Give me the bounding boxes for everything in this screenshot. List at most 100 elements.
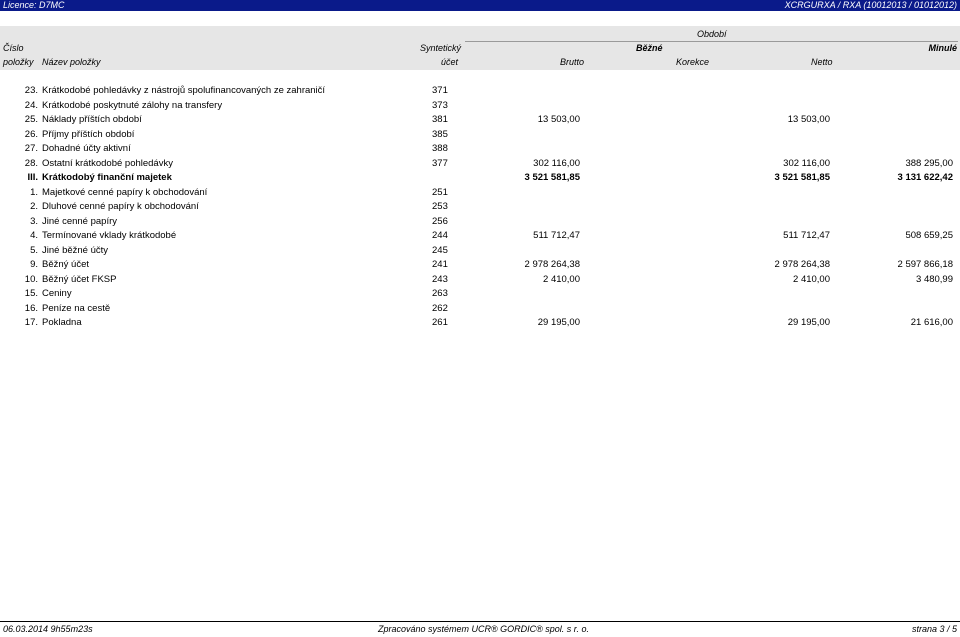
table-row: 16. Peníze na cestě 262 [0, 302, 960, 316]
table-row: 15. Ceniny 263 [0, 287, 960, 301]
row-number: 17. [24, 317, 38, 328]
row-number: 5. [30, 244, 38, 256]
row-netto: 302 116,00 [783, 157, 830, 169]
row-number: III. [27, 172, 38, 183]
row-number: 9. [30, 259, 38, 270]
table-header: Období Číslo Syntetický Běžné Minulé pol… [0, 26, 960, 70]
row-number: 16. [24, 302, 38, 314]
row-netto: 3 521 581,85 [774, 172, 830, 183]
row-account: 253 [432, 201, 448, 212]
header-bezne: Běžné [636, 43, 663, 53]
row-name: Krátkodobé poskytnuté zálohy na transfer… [42, 99, 223, 111]
header-netto: Netto [811, 57, 833, 67]
row-account: 263 [432, 288, 448, 299]
row-number: 25. [24, 114, 38, 125]
row-name: Pokladna [42, 317, 82, 328]
table-row: 4. Termínované vklady krátkodobé 244 511 71… [0, 229, 960, 243]
row-name: Běžný účet FKSP [42, 273, 117, 285]
footer-rule [0, 621, 960, 622]
header-polozky: položky [3, 57, 34, 67]
table-row: 24. Krátkodobé poskytnuté zálohy na trans… [0, 99, 960, 113]
row-brutto: 2 978 264,38 [524, 259, 580, 270]
row-account: 241 [432, 259, 448, 270]
row-name: Krátkodobé pohledávky z nástrojů spolufi… [42, 85, 326, 96]
row-minule: 3 131 622,42 [897, 172, 953, 183]
header-cislo: Číslo [3, 43, 24, 53]
table-row: 3. Jiné cenné papíry 256 [0, 215, 960, 229]
row-name: Náklady příštích období [42, 114, 142, 125]
row-name: Termínované vklady krátkodobé [42, 230, 177, 241]
row-brutto: 29 195,00 [537, 317, 580, 328]
row-name: Peníze na cestě [42, 302, 111, 314]
header-obdobi: Období [697, 29, 727, 39]
row-name: Krátkodobý finanční majetek [42, 172, 172, 183]
row-minule: 2 597 866,18 [897, 259, 953, 270]
row-account: 371 [432, 85, 448, 96]
table-row: 23. Krátkodobé pohledávky z nástrojů spol… [0, 84, 960, 98]
header-brutto: Brutto [560, 57, 585, 67]
row-netto: 29 195,00 [787, 317, 830, 328]
row-name: Jiné cenné papíry [42, 215, 117, 227]
row-account: 243 [432, 273, 448, 285]
table-row: 27. Dohadné účty aktivní 388 [0, 142, 960, 156]
row-number: 28. [24, 157, 38, 169]
row-account: 385 [432, 128, 448, 140]
table-row: 1. Majetkové cenné papíry k obchodování 25… [0, 186, 960, 200]
header-ucet: účet [441, 57, 459, 67]
header-divider [465, 41, 958, 42]
row-account: 256 [432, 215, 448, 227]
footer-timestamp: 06.03.2014 9h55m23s [3, 624, 93, 634]
row-minule: 508 659,25 [905, 230, 953, 241]
row-name: Dluhové cenné papíry k obchodování [42, 201, 199, 212]
row-account: 381 [432, 114, 448, 125]
row-number: 24. [24, 99, 38, 111]
row-name: Ceniny [42, 288, 72, 299]
table-row: 25. Náklady příštích období 381 13 503,00 13… [0, 113, 960, 127]
row-number: 3. [30, 215, 38, 227]
row-account: 245 [432, 244, 448, 256]
footer-page: strana 3 / 5 [911, 624, 957, 634]
row-account: 261 [432, 317, 448, 328]
row-account: 251 [432, 186, 448, 198]
row-netto: 2 410,00 [793, 273, 830, 285]
row-number: 15. [24, 288, 38, 299]
licence-bar: Licence: D7MC XCRGURXA / RXA (10012013 /… [0, 0, 960, 11]
row-netto: 511 712,47 [783, 230, 830, 241]
row-account: 244 [432, 230, 448, 241]
row-brutto: 302 116,00 [533, 157, 580, 169]
row-netto: 2 978 264,38 [774, 259, 830, 270]
table-row: 10. Běžný účet FKSP 243 2 410,00 2 410,00 3 4… [0, 273, 960, 287]
row-number: 26. [24, 128, 38, 140]
row-brutto: 3 521 581,85 [524, 172, 580, 183]
row-number: 1. [30, 186, 38, 198]
row-name: Běžný účet [42, 259, 89, 270]
row-number: 27. [24, 143, 38, 154]
table-row: 26. Příjmy příštích období 385 [0, 128, 960, 142]
row-account: 373 [432, 99, 448, 111]
row-minule: 388 295,00 [905, 157, 953, 169]
table-row: 28. Ostatní krátkodobé pohledávky 377 302 1… [0, 157, 960, 171]
row-brutto: 2 410,00 [543, 273, 580, 285]
header-minule: Minulé [928, 43, 958, 53]
row-name: Ostatní krátkodobé pohledávky [42, 157, 173, 169]
row-minule: 21 616,00 [910, 317, 953, 328]
row-name: Jiné běžné účty [42, 244, 109, 256]
row-account: 262 [432, 302, 448, 314]
header-korekce: Korekce [676, 57, 710, 67]
page-footer: 06.03.2014 9h55m23s Zpracováno systémem … [0, 621, 960, 635]
header-nazev: Název položky [42, 57, 101, 67]
row-brutto: 13 503,00 [537, 114, 580, 125]
header-synteticky: Syntetický [420, 43, 462, 53]
row-account: 388 [432, 143, 448, 154]
table-row: 17. Pokladna 261 29 195,00 29 195,00 21 616,0… [0, 316, 960, 330]
licence-label: Licence: D7MC [3, 0, 65, 10]
row-account: 377 [432, 157, 448, 169]
row-netto: 13 503,00 [787, 114, 830, 125]
row-name: Dohadné účty aktivní [42, 143, 131, 154]
report-id: XCRGURXA / RXA (10012013 / 01012012) [784, 0, 957, 10]
table-row: 5. Jiné běžné účty 245 [0, 244, 960, 258]
row-name: Příjmy příštích období [42, 128, 135, 140]
row-minule: 3 480,99 [916, 273, 953, 285]
row-name: Majetkové cenné papíry k obchodování [42, 186, 208, 198]
row-brutto: 511 712,47 [533, 230, 580, 241]
